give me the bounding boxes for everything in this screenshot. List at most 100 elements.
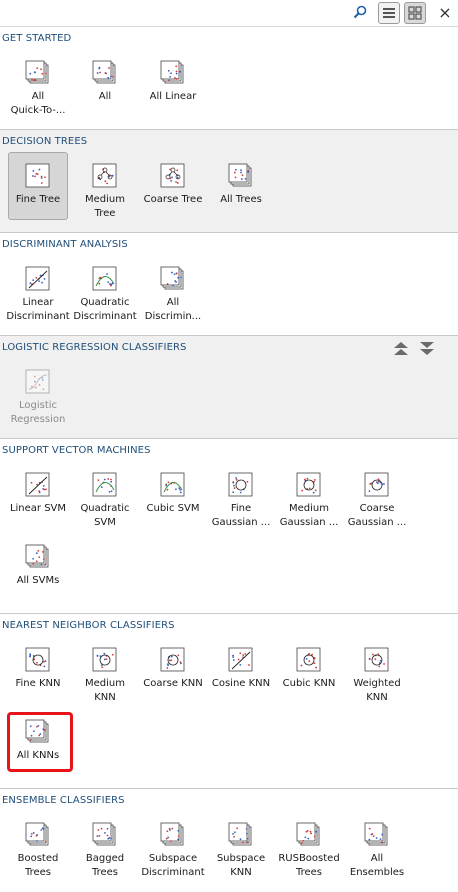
label-line: Logistic [18,400,58,411]
gallery-item-svm-5[interactable]: Coarse Gaussian ... [344,472,410,530]
gallery-item-svm-4[interactable]: Medium Gaussian ... [276,472,342,530]
gallery-item-label: Weighted KNN [344,677,410,705]
cluster-boundary-icon [228,472,254,498]
stacked-plots-icon [296,822,322,848]
gallery-item-knn-1[interactable]: Medium KNN [72,647,138,705]
curved-boundary-icon [160,472,186,498]
label-line: Boosted [17,853,59,864]
label-line: Bagged [85,853,125,864]
label-line: Linear [22,297,54,308]
label-line: All Trees [220,194,262,205]
close-icon[interactable]: × [435,3,455,23]
classifier-gallery: × GET STARTED DECISION TREES DISCRIMINAN… [0,0,458,892]
label-line: Tree [94,208,116,219]
gallery-item-label: All KNNs [5,749,71,763]
linear-boundary-icon [228,647,254,673]
stacked-plots-icon [364,822,390,848]
cluster-boundary-icon [364,647,390,673]
gallery-item-discriminant-0[interactable]: Linear Discriminant [5,266,71,324]
label-line: Fine [230,503,252,514]
gallery-item-decision-trees-1[interactable]: Medium Tree [72,163,138,221]
stacked-plots-icon [160,60,186,86]
collapse-expand-controls [394,342,434,355]
label-line: Discrimin... [144,311,202,322]
gallery-item-svm-0[interactable]: Linear SVM [5,472,71,516]
gallery-item-label: All Discrimin... [140,296,206,324]
gallery-item-label: Fine Tree [5,193,71,207]
label-line: Ensembles [349,867,405,878]
gallery-item-svm-1[interactable]: Quadratic SVM [72,472,138,530]
gallery-item-decision-trees-3[interactable]: All Trees [208,163,274,207]
linear-boundary-icon [25,472,51,498]
label-line: Fine Tree [15,194,61,205]
gallery-item-svm-6[interactable]: All SVMs [5,544,71,588]
label-line: Coarse [359,503,395,514]
tree-plot-icon [160,163,186,189]
gallery-item-get-started-1[interactable]: All [72,60,138,104]
label-line: Weighted [353,678,401,689]
label-line: Cubic SVM [146,503,200,514]
expand-all-icon[interactable] [420,342,434,355]
list-view-button[interactable] [378,2,400,24]
section-title: LOGISTIC REGRESSION CLASSIFIERS [2,342,187,353]
label-line: All KNNs [16,750,60,761]
gallery-item-label: Medium KNN [72,677,138,705]
label-line: Discriminant [73,311,137,322]
gallery-item-knn-0[interactable]: Fine KNN [5,647,71,691]
gallery-item-knn-4[interactable]: Cubic KNN [276,647,342,691]
gallery-item-label: RUSBoosted Trees [276,852,342,880]
gallery-item-discriminant-2[interactable]: All Discrimin... [140,266,206,324]
gallery-item-ensemble-5[interactable]: All Ensembles [344,822,410,880]
gallery-item-label: Fine Gaussian ... [208,502,274,530]
gallery-item-ensemble-1[interactable]: Bagged Trees [72,822,138,880]
gallery-item-logistic-0: Logistic Regression [5,369,71,427]
gallery-item-label: Bagged Trees [72,852,138,880]
gallery-item-get-started-2[interactable]: All Linear [140,60,206,104]
sigmoid-curve-icon [25,369,51,395]
label-line: Regression [10,414,66,425]
gallery-item-ensemble-3[interactable]: Subspace KNN [208,822,274,880]
gallery-item-label: Cubic KNN [276,677,342,691]
section-title: DISCRIMINANT ANALYSIS [2,239,128,250]
cluster-boundary-icon [25,647,51,673]
label-line: All SVMs [16,575,60,586]
section-title: GET STARTED [2,33,72,44]
stacked-plots-icon [25,719,51,745]
scatter-plot-icon [25,163,51,189]
gallery-item-ensemble-4[interactable]: RUSBoosted Trees [276,822,342,880]
label-line: Coarse KNN [143,678,203,689]
search-icon[interactable] [352,4,368,20]
cluster-boundary-icon [364,472,390,498]
gallery-item-knn-6[interactable]: All KNNs [5,719,71,763]
gallery-toolbar: × [0,0,458,27]
gallery-item-label: Quadratic Discriminant [72,296,138,324]
search-input[interactable] [0,0,362,24]
gallery-item-label: Medium Gaussian ... [276,502,342,530]
gallery-item-knn-2[interactable]: Coarse KNN [140,647,206,691]
gallery-item-decision-trees-0[interactable]: Fine Tree [5,163,71,207]
stacked-plots-icon [92,60,118,86]
gallery-item-label: All Ensembles [344,852,410,880]
gallery-item-ensemble-0[interactable]: Boosted Trees [5,822,71,880]
gallery-item-discriminant-1[interactable]: Quadratic Discriminant [72,266,138,324]
stacked-plots-icon [25,60,51,86]
label-line: Fine KNN [15,678,61,689]
gallery-item-svm-2[interactable]: Cubic SVM [140,472,206,516]
gallery-item-knn-5[interactable]: Weighted KNN [344,647,410,705]
gallery-item-label: Cosine KNN [208,677,274,691]
stacked-plots-icon [228,163,254,189]
gallery-item-ensemble-2[interactable]: Subspace Discriminant [140,822,206,880]
grid-view-button[interactable] [404,2,426,24]
gallery-item-svm-3[interactable]: Fine Gaussian ... [208,472,274,530]
section-title: NEAREST NEIGHBOR CLASSIFIERS [2,620,175,631]
gallery-item-get-started-0[interactable]: All Quick-To-... [5,60,71,118]
gallery-item-label: Linear Discriminant [5,296,71,324]
gallery-item-label: All Linear [140,90,206,104]
gallery-item-label: Coarse Gaussian ... [344,502,410,530]
gallery-item-label: Linear SVM [5,502,71,516]
gallery-item-decision-trees-2[interactable]: Coarse Tree [140,163,206,207]
gallery-item-knn-3[interactable]: Cosine KNN [208,647,274,691]
gallery-item-label: Coarse KNN [140,677,206,691]
collapse-all-icon[interactable] [394,342,408,355]
gallery-item-label: Logistic Regression [5,399,71,427]
